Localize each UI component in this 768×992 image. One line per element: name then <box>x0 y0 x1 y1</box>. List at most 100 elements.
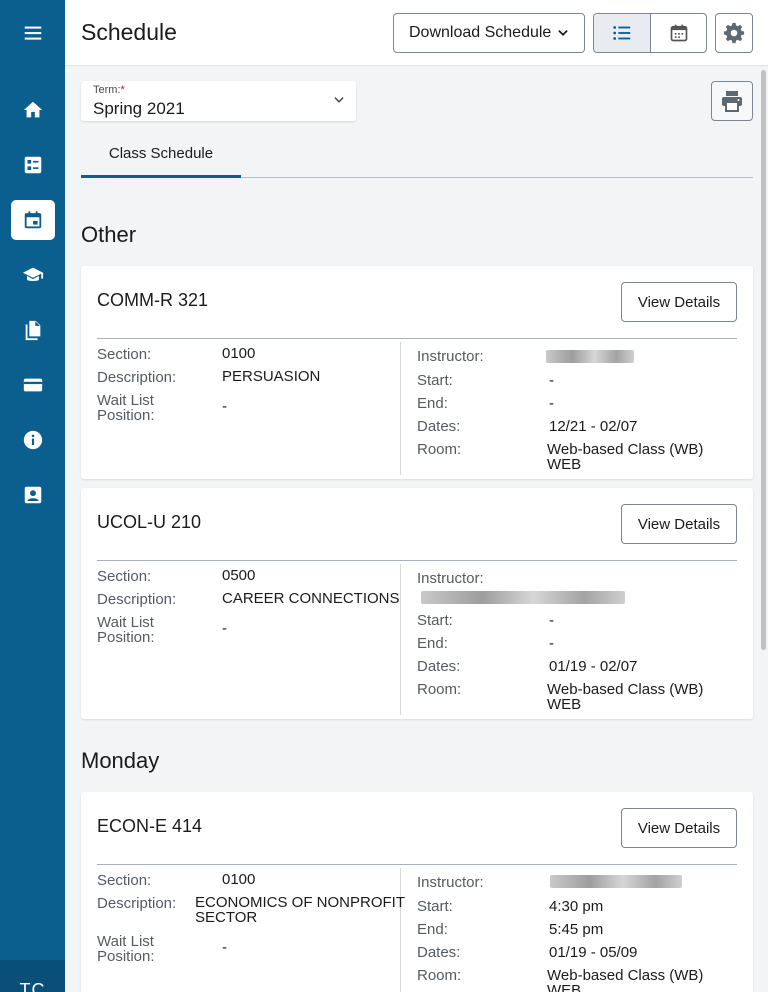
dates-value: 01/19 - 05/09 <box>549 944 638 961</box>
section-value: 0100 <box>222 345 256 362</box>
dates-label: Dates: <box>417 944 461 961</box>
end-value: - <box>549 395 554 412</box>
waitlist-value: - <box>222 620 227 637</box>
tab-class-schedule[interactable]: Class Schedule <box>81 132 241 178</box>
instructor-label: Instructor: <box>417 874 484 891</box>
graduation-cap-icon <box>22 267 44 281</box>
sidebar: TC <box>0 0 65 992</box>
start-value: - <box>549 372 554 389</box>
start-label: Start: <box>417 898 453 915</box>
instructor-redacted <box>550 875 682 888</box>
sidebar-item-student-center[interactable] <box>11 145 55 185</box>
waitlist-label: Wait List Position: <box>97 614 155 646</box>
class-card: UCOL-U 210 View Details Section: 0500 De… <box>81 488 753 719</box>
view-toggle <box>593 13 707 53</box>
description-label: Description: <box>97 591 177 608</box>
end-value: - <box>549 635 554 652</box>
view-details-button[interactable]: View Details <box>621 504 737 544</box>
description-value: ECONOMICS OF NONPROFIT SECTOR <box>195 894 405 926</box>
documents-icon <box>25 320 41 341</box>
course-code: COMM-R 321 <box>97 290 209 310</box>
end-value: 5:45 pm <box>549 921 604 938</box>
start-value: 4:30 pm <box>549 898 604 915</box>
description-label: Description: <box>97 895 177 912</box>
view-details-button[interactable]: View Details <box>621 282 737 322</box>
group-heading-other: Other <box>81 222 137 247</box>
start-label: Start: <box>417 612 453 629</box>
sidebar-item-academics[interactable] <box>11 255 55 295</box>
credit-card-icon <box>23 378 43 392</box>
calendar-icon <box>670 24 687 42</box>
dates-label: Dates: <box>417 658 461 675</box>
calendar-icon <box>24 211 42 229</box>
room-label: Room: <box>417 681 462 698</box>
waitlist-value: - <box>222 939 227 956</box>
avatar[interactable]: TC <box>0 960 65 992</box>
term-value: Spring 2021 <box>93 99 185 118</box>
sidebar-item-documents[interactable] <box>11 310 55 350</box>
gear-icon <box>723 22 745 44</box>
download-schedule-label: Download Schedule <box>409 24 552 41</box>
home-icon <box>23 101 43 118</box>
sidebar-item-home[interactable] <box>11 90 55 130</box>
section-label: Section: <box>97 568 152 585</box>
group-heading-monday: Monday <box>81 748 160 773</box>
avatar-initials: TC <box>19 980 46 992</box>
dates-label: Dates: <box>417 418 461 435</box>
term-select[interactable]: Term:* Spring 2021 <box>81 81 356 121</box>
download-schedule-button[interactable]: Download Schedule <box>393 13 585 53</box>
list-view-button[interactable] <box>594 14 650 52</box>
sidebar-item-profile[interactable] <box>11 475 55 515</box>
section-label: Section: <box>97 346 152 363</box>
section-label: Section: <box>97 872 152 889</box>
hamburger-icon <box>24 26 42 40</box>
divider <box>97 864 737 865</box>
settings-button[interactable] <box>715 13 753 53</box>
term-label: Term:* <box>93 84 125 96</box>
divider <box>97 560 737 561</box>
view-details-button[interactable]: View Details <box>621 808 737 848</box>
room-value: Web-based Class (WB) WEB <box>547 967 704 992</box>
instructor-label: Instructor: <box>417 570 484 587</box>
chevron-down-icon <box>334 97 344 103</box>
instructor-redacted <box>546 350 634 363</box>
sidebar-item-finances[interactable] <box>11 365 55 405</box>
end-label: End: <box>417 395 448 412</box>
description-value: CAREER CONNECTIONS <box>222 590 400 607</box>
dates-value: 01/19 - 02/07 <box>549 658 638 675</box>
profile-icon <box>24 486 42 504</box>
divider <box>400 342 401 475</box>
room-label: Room: <box>417 967 462 984</box>
calendar-view-button[interactable] <box>650 14 706 52</box>
description-label: Description: <box>97 369 177 386</box>
start-label: Start: <box>417 372 453 389</box>
course-code: ECON-E 414 <box>97 816 203 836</box>
sidebar-menu-button[interactable] <box>11 13 55 53</box>
divider <box>400 564 401 715</box>
end-label: End: <box>417 635 448 652</box>
end-label: End: <box>417 921 448 938</box>
sidebar-item-info[interactable] <box>11 420 55 460</box>
section-value: 0100 <box>222 871 256 888</box>
description-value: PERSUASION <box>222 368 321 385</box>
section-value: 0500 <box>222 567 256 584</box>
class-card: ECON-E 414 View Details Section: 0100 De… <box>81 792 753 992</box>
room-label: Room: <box>417 441 462 458</box>
waitlist-value: - <box>222 398 227 415</box>
info-icon <box>23 430 43 450</box>
room-value: Web-based Class (WB) WEB <box>547 681 704 713</box>
scrollbar[interactable] <box>761 70 766 650</box>
divider <box>400 868 401 992</box>
printer-icon <box>722 91 742 112</box>
tab-bar: Class Schedule <box>81 132 753 178</box>
room-value: Web-based Class (WB) WEB <box>547 441 704 473</box>
waitlist-label: Wait List Position: <box>97 933 155 965</box>
chevron-down-icon <box>558 30 568 36</box>
divider <box>97 338 737 339</box>
header: Schedule Download Schedule <box>65 0 768 66</box>
dates-value: 12/21 - 02/07 <box>549 418 638 435</box>
print-button[interactable] <box>711 81 753 121</box>
sidebar-item-schedule[interactable] <box>11 200 55 240</box>
start-value: - <box>549 612 554 629</box>
course-code: UCOL-U 210 <box>97 512 202 532</box>
